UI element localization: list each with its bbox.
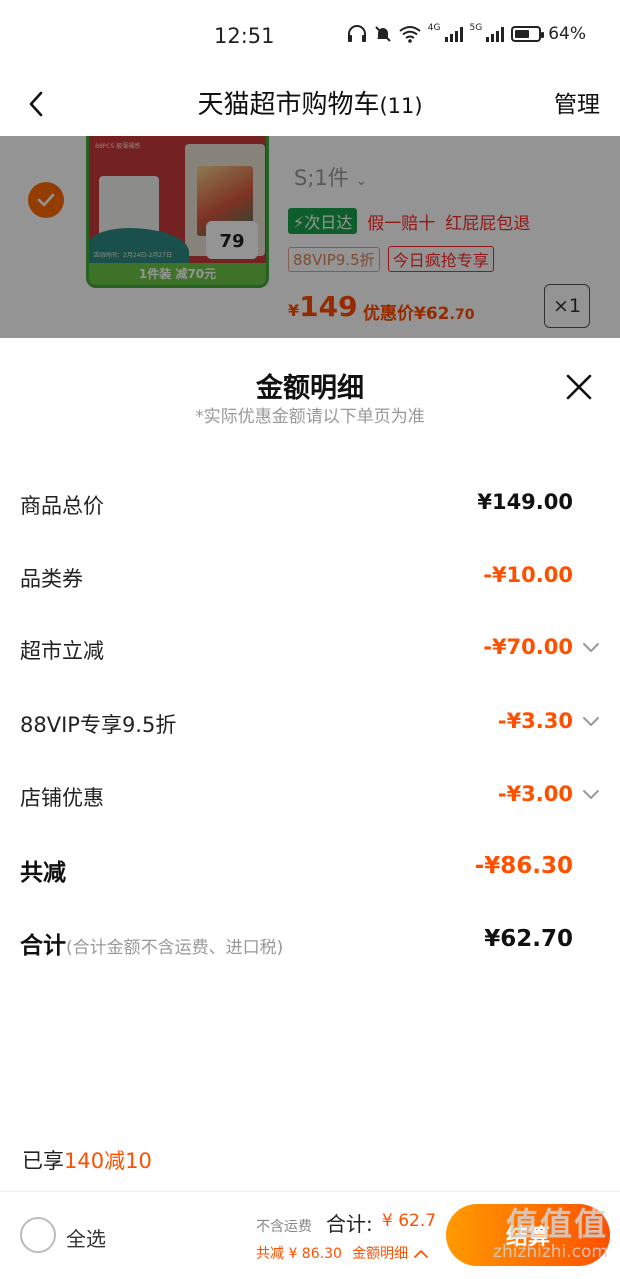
select-all-checkbox[interactable] (20, 1217, 56, 1253)
row-value: -¥70.00 (483, 635, 573, 659)
detail-label: 金额明细 (352, 1246, 408, 1262)
row-vip-discount[interactable]: 88VIP专享9.5折 -¥3.30 (0, 703, 620, 743)
promo-tags: 88VIP9.5折 今日疯抢专享 (288, 246, 494, 272)
reduce-amount: 共减 ¥ 86.30 (256, 1246, 342, 1262)
image-price-tag: 79 (206, 221, 258, 259)
amount-detail-sheet: 金额明细 *实际优惠金额请以下单页为准 商品总价 ¥149.00 品类券 -¥1… (0, 338, 620, 1191)
hot-sale-tag: 今日疯抢专享 (387, 246, 494, 272)
sku-label: S;1件 (294, 166, 349, 190)
sku-selector[interactable]: S;1件 ⌄ (294, 162, 367, 192)
row-total-reduce: 共减 -¥86.30 (0, 847, 620, 887)
select-all-label[interactable]: 全选 (66, 1223, 106, 1252)
discount-price: 优惠价¥62.70 (363, 299, 475, 324)
row-label: 88VIP专享9.5折 (20, 713, 177, 737)
battery-fill (515, 30, 530, 38)
row-goods-total: 商品总价 ¥149.00 (0, 484, 620, 524)
row-value: -¥3.30 (497, 709, 573, 733)
wifi-icon (399, 26, 421, 43)
quantity-button[interactable]: ×1 (544, 284, 590, 328)
manage-button[interactable]: 管理 (554, 85, 600, 119)
row-market-discount[interactable]: 超市立减 -¥70.00 (0, 629, 620, 669)
total-label: 合计: (326, 1212, 373, 1236)
return-tag: 红屁屁包退 (445, 213, 531, 234)
image-note: 88PCS 极薄裸感 (95, 143, 141, 150)
total-value: ¥ 62.7 (382, 1211, 437, 1231)
bottom-bar: 全选 不含运费 合计: ¥ 62.7 共减 ¥ 86.30 金额明细 结算 值值… (0, 1191, 620, 1279)
battery-percent: 64% (548, 24, 586, 44)
fee-note: 不含运费 (256, 1219, 312, 1235)
nav-bar: 天猫超市购物车(11) 管理 (0, 72, 620, 136)
sheet-title: 金额明细 (256, 373, 364, 404)
row-label: 超市立减 (20, 639, 104, 663)
promo-enjoyed: 已享140减10 (22, 1145, 152, 1175)
row-value: ¥62.70 (484, 926, 573, 952)
image-cloth (89, 228, 189, 268)
chevron-up-icon (414, 1249, 428, 1258)
page-title-text: 天猫超市购物车 (197, 90, 380, 120)
row-value: -¥86.30 (474, 853, 573, 879)
image-date: 活动时间：2月24日-2月27日 (93, 252, 173, 259)
fake-compensation-tag: 假一赔十 (367, 213, 436, 234)
chevron-down-icon: ⌄ (355, 173, 368, 189)
row-value: -¥3.00 (497, 782, 573, 806)
discount-cents: .70 (449, 307, 475, 323)
status-icons: 4G 5G 64% (347, 24, 586, 44)
chevron-down-icon[interactable] (582, 716, 600, 728)
net-4g-label: 4G (427, 23, 441, 33)
cart-item: 88PCS 极薄裸感 活动时间：2月24日-2月27日 79 1件装 减70元 … (0, 136, 620, 338)
status-bar: 12:51 4G 5G 64% (0, 0, 620, 72)
next-day-label: 次日达 (304, 213, 353, 232)
enjoy-promo: 140减10 (64, 1149, 152, 1173)
signal-5g-icon (486, 26, 505, 42)
row-label: 品类券 (20, 567, 83, 591)
vip-tag: 88VIP9.5折 (288, 246, 380, 272)
battery-icon (511, 26, 545, 42)
row-category-coupon: 品类券 -¥10.00 (0, 557, 620, 597)
row-label: 合计(合计金额不含运费、进口税) (20, 926, 283, 960)
row-value: -¥10.00 (483, 563, 573, 587)
check-icon (37, 193, 55, 207)
row-label: 共减 (20, 860, 66, 886)
item-price: ¥149 (288, 290, 358, 323)
row-value: ¥149.00 (477, 490, 573, 514)
item-checkbox[interactable] (28, 182, 64, 218)
discount-label: 优惠价¥62 (363, 304, 450, 324)
sheet-subtitle: *实际优惠金额请以下单页为准 (195, 407, 425, 427)
chevron-down-icon[interactable] (582, 642, 600, 654)
status-time: 12:51 (214, 24, 275, 48)
close-icon[interactable] (564, 372, 594, 402)
sum-note: (合计金额不含运费、进口税) (66, 938, 284, 958)
price-symbol: ¥ (288, 301, 300, 320)
row-store-discount[interactable]: 店铺优惠 -¥3.00 (0, 776, 620, 816)
sum-label: 合计 (20, 933, 66, 959)
row-label: 店铺优惠 (20, 786, 104, 810)
service-tags: ⚡次日达 假一赔十 红屁屁包退 (288, 208, 530, 234)
signal-4g-icon (444, 26, 463, 42)
price-value: 149 (299, 290, 358, 323)
checkout-button[interactable]: 结算 (446, 1204, 610, 1266)
chevron-down-icon[interactable] (582, 789, 600, 801)
net-5g-label: 5G (469, 23, 483, 33)
next-day-tag: ⚡次日达 (288, 208, 358, 234)
image-banner: 1件装 减70元 (89, 263, 266, 285)
headphones-icon (347, 25, 366, 42)
cart-count: (11) (379, 94, 423, 118)
row-label: 商品总价 (20, 494, 104, 518)
mute-icon (375, 26, 391, 42)
page-title: 天猫超市购物车(11) (0, 84, 620, 121)
amount-detail-toggle[interactable]: 金额明细 (352, 1243, 428, 1263)
enjoy-prefix: 已享 (22, 1149, 64, 1173)
row-sum: 合计(合计金额不含运费、进口税) ¥62.70 (0, 920, 620, 960)
product-image[interactable]: 88PCS 极薄裸感 活动时间：2月24日-2月27日 79 1件装 减70元 (86, 136, 269, 288)
